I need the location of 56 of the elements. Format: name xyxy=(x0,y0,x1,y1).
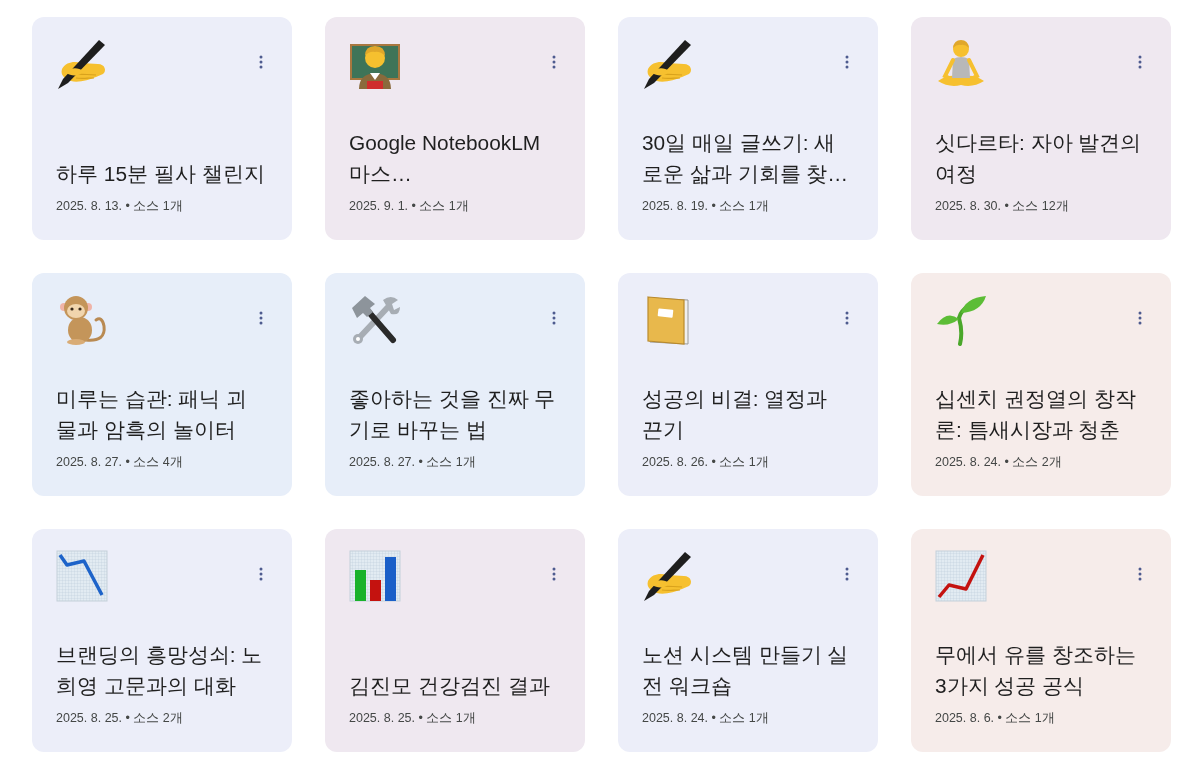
notebook-meta: 2025. 8. 27. • 소스 4개 xyxy=(56,454,184,470)
notebook-card[interactable]: 미루는 습관: 패닉 괴물과 암흑의 놀이터 2025. 8. 27. • 소스 4개 xyxy=(32,273,292,496)
more-vert-icon xyxy=(1138,567,1142,581)
notebook-card[interactable]: 30일 매일 글쓰기: 새로운 삶과 기회를 찾… 2025. 8. 19. • 소스 1개 xyxy=(618,17,878,240)
notebook-meta: 2025. 8. 26. • 소스 1개 xyxy=(642,454,770,470)
notebook-meta: 2025. 8. 25. • 소스 1개 xyxy=(349,710,477,726)
notebook-meta: 2025. 8. 6. • 소스 1개 xyxy=(935,710,1056,726)
more-vert-icon xyxy=(259,55,263,69)
notebook-card[interactable]: 김진모 건강검진 결과 2025. 8. 25. • 소스 1개 xyxy=(325,529,585,752)
notebook-title: 미루는 습관: 패닉 괴물과 암흑의 놀이터 xyxy=(56,386,249,443)
notebook-title: 좋아하는 것을 진짜 무기로 바꾸는 법 xyxy=(349,386,557,443)
notebook-title: 김진모 건강검진 결과 xyxy=(349,673,551,699)
notebook-title: 브랜딩의 흥망성쇠: 노희영 고문과의 대화 xyxy=(56,642,264,699)
more-vert-icon xyxy=(552,567,556,581)
notebook-card[interactable]: 노션 시스템 만들기 실전 워크숍 2025. 8. 24. • 소스 1개 xyxy=(618,529,878,752)
more-vert-icon xyxy=(845,55,849,69)
writing-hand-icon xyxy=(642,550,694,602)
notebook-meta: 2025. 8. 19. • 소스 1개 xyxy=(642,198,770,214)
more-vert-icon xyxy=(552,311,556,325)
notebook-card[interactable]: 좋아하는 것을 진짜 무기로 바꾸는 법 2025. 8. 27. • 소스 1개 xyxy=(325,273,585,496)
notebook-title: 싯다르타: 자아 발견의 여정 xyxy=(935,130,1143,187)
notebook-meta: 2025. 9. 1. • 소스 1개 xyxy=(349,198,470,214)
notebook-meta: 2025. 8. 24. • 소스 1개 xyxy=(642,710,770,726)
notebook-card[interactable]: 성공의 비결: 열정과 끈기 2025. 8. 26. • 소스 1개 xyxy=(618,273,878,496)
rising-chart-icon xyxy=(935,550,987,602)
notebook-title: 노션 시스템 만들기 실전 워크숍 xyxy=(642,642,850,699)
notebook-meta: 2025. 8. 30. • 소스 12개 xyxy=(935,198,1070,214)
seedling-icon xyxy=(935,294,987,346)
notebook-card[interactable]: Google NotebookLM 마스… 2025. 9. 1. • 소스 1개 xyxy=(325,17,585,240)
hammer-and-wrench-icon xyxy=(349,294,401,346)
more-vert-icon xyxy=(552,55,556,69)
more-vert-icon xyxy=(1138,311,1142,325)
notebook-title: 30일 매일 글쓰기: 새로운 삶과 기회를 찾… xyxy=(642,130,850,187)
notebook-title: 하루 15분 필사 챌린지 xyxy=(56,161,266,187)
notebook-title: 무에서 유를 창조하는 3가지 성공 공식 xyxy=(935,642,1137,699)
more-vert-icon xyxy=(845,311,849,325)
more-vert-icon xyxy=(259,311,263,325)
notebook-title: 성공의 비결: 열정과 끈기 xyxy=(642,386,829,443)
notebook-title: 십센치 권정열의 창작론: 틈새시장과 청춘 xyxy=(935,386,1137,443)
declining-chart-icon xyxy=(56,550,108,602)
notebook-card[interactable]: 무에서 유를 창조하는 3가지 성공 공식 2025. 8. 6. • 소스 1개 xyxy=(911,529,1171,752)
more-vert-icon xyxy=(1138,55,1142,69)
notebook-card[interactable]: 브랜딩의 흥망성쇠: 노희영 고문과의 대화 2025. 8. 25. • 소스 2개 xyxy=(32,529,292,752)
bar-chart-icon xyxy=(349,550,401,602)
notebook-card[interactable]: 싯다르타: 자아 발견의 여정 2025. 8. 30. • 소스 12개 xyxy=(911,17,1171,240)
notebook-title: Google NotebookLM 마스… xyxy=(349,130,542,187)
writing-hand-icon xyxy=(56,38,108,90)
notebook-card[interactable]: 하루 15분 필사 챌린지 2025. 8. 13. • 소스 1개 xyxy=(32,17,292,240)
writing-hand-icon xyxy=(642,38,694,90)
more-vert-icon xyxy=(259,567,263,581)
more-vert-icon xyxy=(845,567,849,581)
notebook-meta: 2025. 8. 24. • 소스 2개 xyxy=(935,454,1063,470)
notebook-meta: 2025. 8. 25. • 소스 2개 xyxy=(56,710,184,726)
notebook-meta: 2025. 8. 13. • 소스 1개 xyxy=(56,198,184,214)
notebook-meta: 2025. 8. 27. • 소스 1개 xyxy=(349,454,477,470)
notebook-card[interactable]: 십센치 권정열의 창작론: 틈새시장과 청춘 2025. 8. 24. • 소스 2개 xyxy=(911,273,1171,496)
